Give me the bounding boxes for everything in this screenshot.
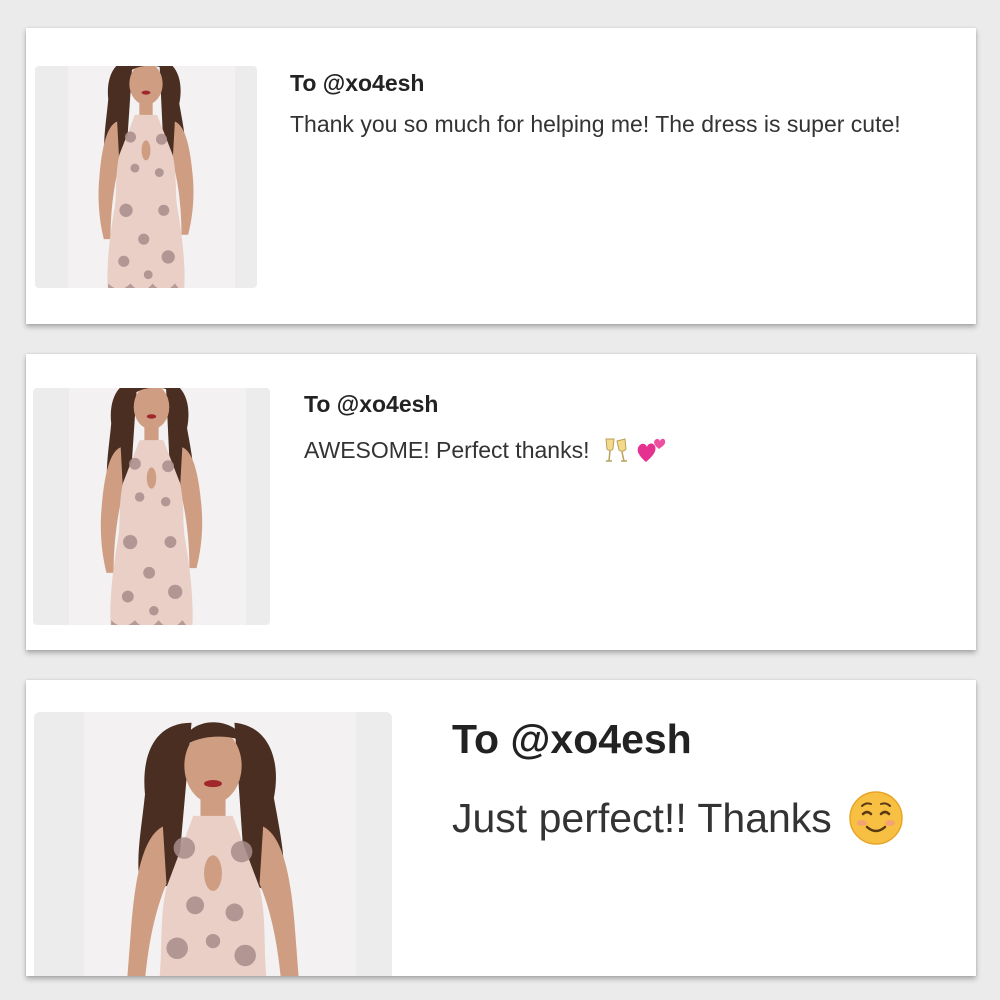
review-card: To @xo4esh Thank you so much for helping…: [26, 28, 976, 324]
clinking-glasses-icon: [601, 435, 631, 465]
review-message: Just perfect!! Thanks: [452, 790, 904, 846]
message-text: Thank you so much for helping me! The dr…: [290, 111, 901, 137]
recipient-label: To @xo4esh: [452, 716, 692, 762]
recipient-label: To @xo4esh: [304, 391, 439, 417]
smiling-face-icon: [848, 790, 904, 846]
recipient-label: To @xo4esh: [290, 70, 425, 96]
product-image[interactable]: [33, 388, 270, 625]
product-image[interactable]: [35, 66, 257, 288]
two-hearts-icon: [635, 434, 667, 466]
message-text: Just perfect!! Thanks: [452, 794, 832, 841]
model-figure: [100, 388, 203, 625]
review-card: To @xo4esh AWESOME! Perfect thanks!: [26, 354, 976, 650]
model-figure: [98, 66, 194, 288]
review-message: AWESOME! Perfect thanks!: [304, 434, 667, 466]
model-figure: [127, 722, 299, 976]
message-text: AWESOME! Perfect thanks!: [304, 436, 590, 463]
review-message: Thank you so much for helping me! The dr…: [290, 111, 901, 138]
product-image[interactable]: [34, 712, 392, 976]
review-card: To @xo4esh Just perfect!! Thanks: [26, 680, 976, 976]
